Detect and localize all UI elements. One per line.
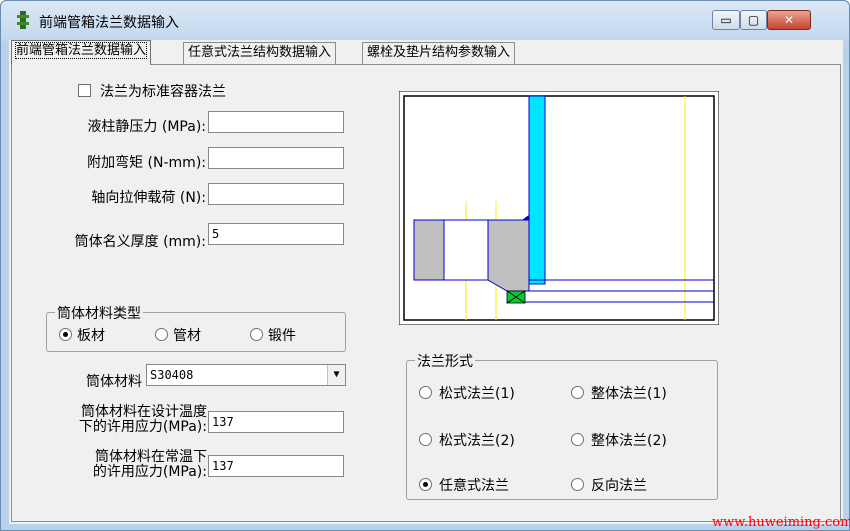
ambient-stress-label-line1: 筒体材料在常温下 (95, 449, 207, 465)
flange-form-group: 法兰形式 松式法兰(1) 整体法兰(1) 松式法兰(2) 整体法兰(2) 任意式… (406, 351, 718, 500)
flange-form-group-title: 法兰形式 (415, 351, 475, 371)
watermark: www.huweiming.com (712, 515, 850, 530)
radio-arbitrary-flange[interactable] (419, 478, 432, 491)
radio-forging[interactable] (250, 328, 263, 341)
shell-material-value: S30408 (150, 368, 194, 382)
ambient-stress-label: 筒体材料在常温下 的许用应力(MPa): (32, 450, 207, 480)
tab-label: 前端管箱法兰数据输入 (14, 42, 148, 59)
window-title: 前端管箱法兰数据输入 (39, 15, 179, 31)
bending-moment-input[interactable] (208, 147, 344, 169)
app-window: 前端管箱法兰数据输入 ▭ ▢ ✕ 前端管箱法兰数据输入 任意式法兰结构数据输入 … (0, 0, 850, 531)
close-button[interactable]: ✕ (767, 10, 811, 30)
radio-reverse-flange-label: 反向法兰 (591, 478, 647, 494)
tab-label: 任意式法兰结构数据输入 (188, 45, 332, 60)
flange-diagram (399, 91, 719, 325)
shell-thickness-input[interactable]: 5 (208, 223, 344, 245)
radio-loose-flange-2-label: 松式法兰(2) (439, 433, 515, 449)
tab-arbitrary-flange-structure[interactable]: 任意式法兰结构数据输入 (183, 42, 337, 64)
axial-load-input[interactable] (208, 183, 344, 205)
hydrostatic-label: 液柱静压力 (MPa): (87, 119, 206, 135)
standard-flange-checkbox[interactable] (78, 84, 91, 97)
radio-pipe[interactable] (155, 328, 168, 341)
radio-pipe-label: 管材 (173, 328, 201, 344)
shell-wall (528, 95, 546, 285)
tab-bar: 前端管箱法兰数据输入 任意式法兰结构数据输入 螺栓及垫片结构参数输入 (9, 40, 843, 65)
radio-loose-flange-1[interactable] (419, 386, 432, 399)
design-stress-label-line1: 筒体材料在设计温度 (81, 404, 207, 420)
hydrostatic-input[interactable] (208, 111, 344, 133)
title-bar[interactable]: 前端管箱法兰数据输入 ▭ ▢ ✕ (1, 1, 849, 41)
bending-moment-label: 附加弯矩 (N-mm): (87, 155, 206, 171)
axial-load-label: 轴向拉伸载荷 (N): (91, 190, 206, 206)
radio-loose-flange-2[interactable] (419, 433, 432, 446)
tab-label: 螺栓及垫片结构参数输入 (367, 45, 511, 60)
radio-reverse-flange[interactable] (571, 478, 584, 491)
design-stress-label: 筒体材料在设计温度 下的许用应力(MPa): (32, 405, 207, 435)
ambient-stress-input[interactable]: 137 (208, 455, 344, 477)
flange-ring-left (413, 219, 445, 281)
material-type-group: 筒体材料类型 板材 管材 锻件 (46, 303, 346, 352)
radio-loose-flange-1-label: 松式法兰(1) (439, 386, 515, 402)
app-icon (17, 11, 29, 29)
chevron-down-icon[interactable]: ▼ (327, 365, 345, 385)
maximize-button[interactable]: ▢ (740, 10, 767, 30)
ambient-stress-label-line2: 的许用应力(MPa): (92, 464, 207, 480)
shell-thickness-label: 筒体名义厚度 (mm): (74, 234, 206, 250)
design-stress-input[interactable]: 137 (208, 411, 344, 433)
tab-front-header-flange[interactable]: 前端管箱法兰数据输入 (11, 40, 152, 65)
radio-forging-label: 锻件 (268, 328, 296, 344)
radio-plate-label: 板材 (77, 328, 105, 344)
minimize-button[interactable]: ▭ (712, 10, 740, 30)
radio-arbitrary-flange-label: 任意式法兰 (439, 478, 509, 494)
shell-material-label: 筒体材料 (86, 374, 142, 390)
material-type-group-title: 筒体材料类型 (55, 303, 143, 323)
design-stress-label-line2: 下的许用应力(MPa): (78, 419, 207, 435)
radio-integral-flange-2[interactable] (571, 433, 584, 446)
shell-material-select[interactable]: S30408 ▼ (146, 364, 346, 386)
standard-flange-label: 法兰为标准容器法兰 (100, 84, 226, 100)
tab-bolt-gasket-params[interactable]: 螺栓及垫片结构参数输入 (362, 42, 516, 64)
radio-integral-flange-2-label: 整体法兰(2) (591, 433, 667, 449)
radio-integral-flange-1-label: 整体法兰(1) (591, 386, 667, 402)
flange-gap (443, 219, 489, 281)
client-area: 前端管箱法兰数据输入 任意式法兰结构数据输入 螺栓及垫片结构参数输入 法兰为标准… (9, 40, 843, 524)
radio-integral-flange-1[interactable] (571, 386, 584, 399)
tab-pane: 法兰为标准容器法兰 液柱静压力 (MPa): 附加弯矩 (N-mm): 轴向拉伸… (11, 64, 841, 522)
radio-plate[interactable] (59, 328, 72, 341)
flange-hub (487, 219, 530, 292)
